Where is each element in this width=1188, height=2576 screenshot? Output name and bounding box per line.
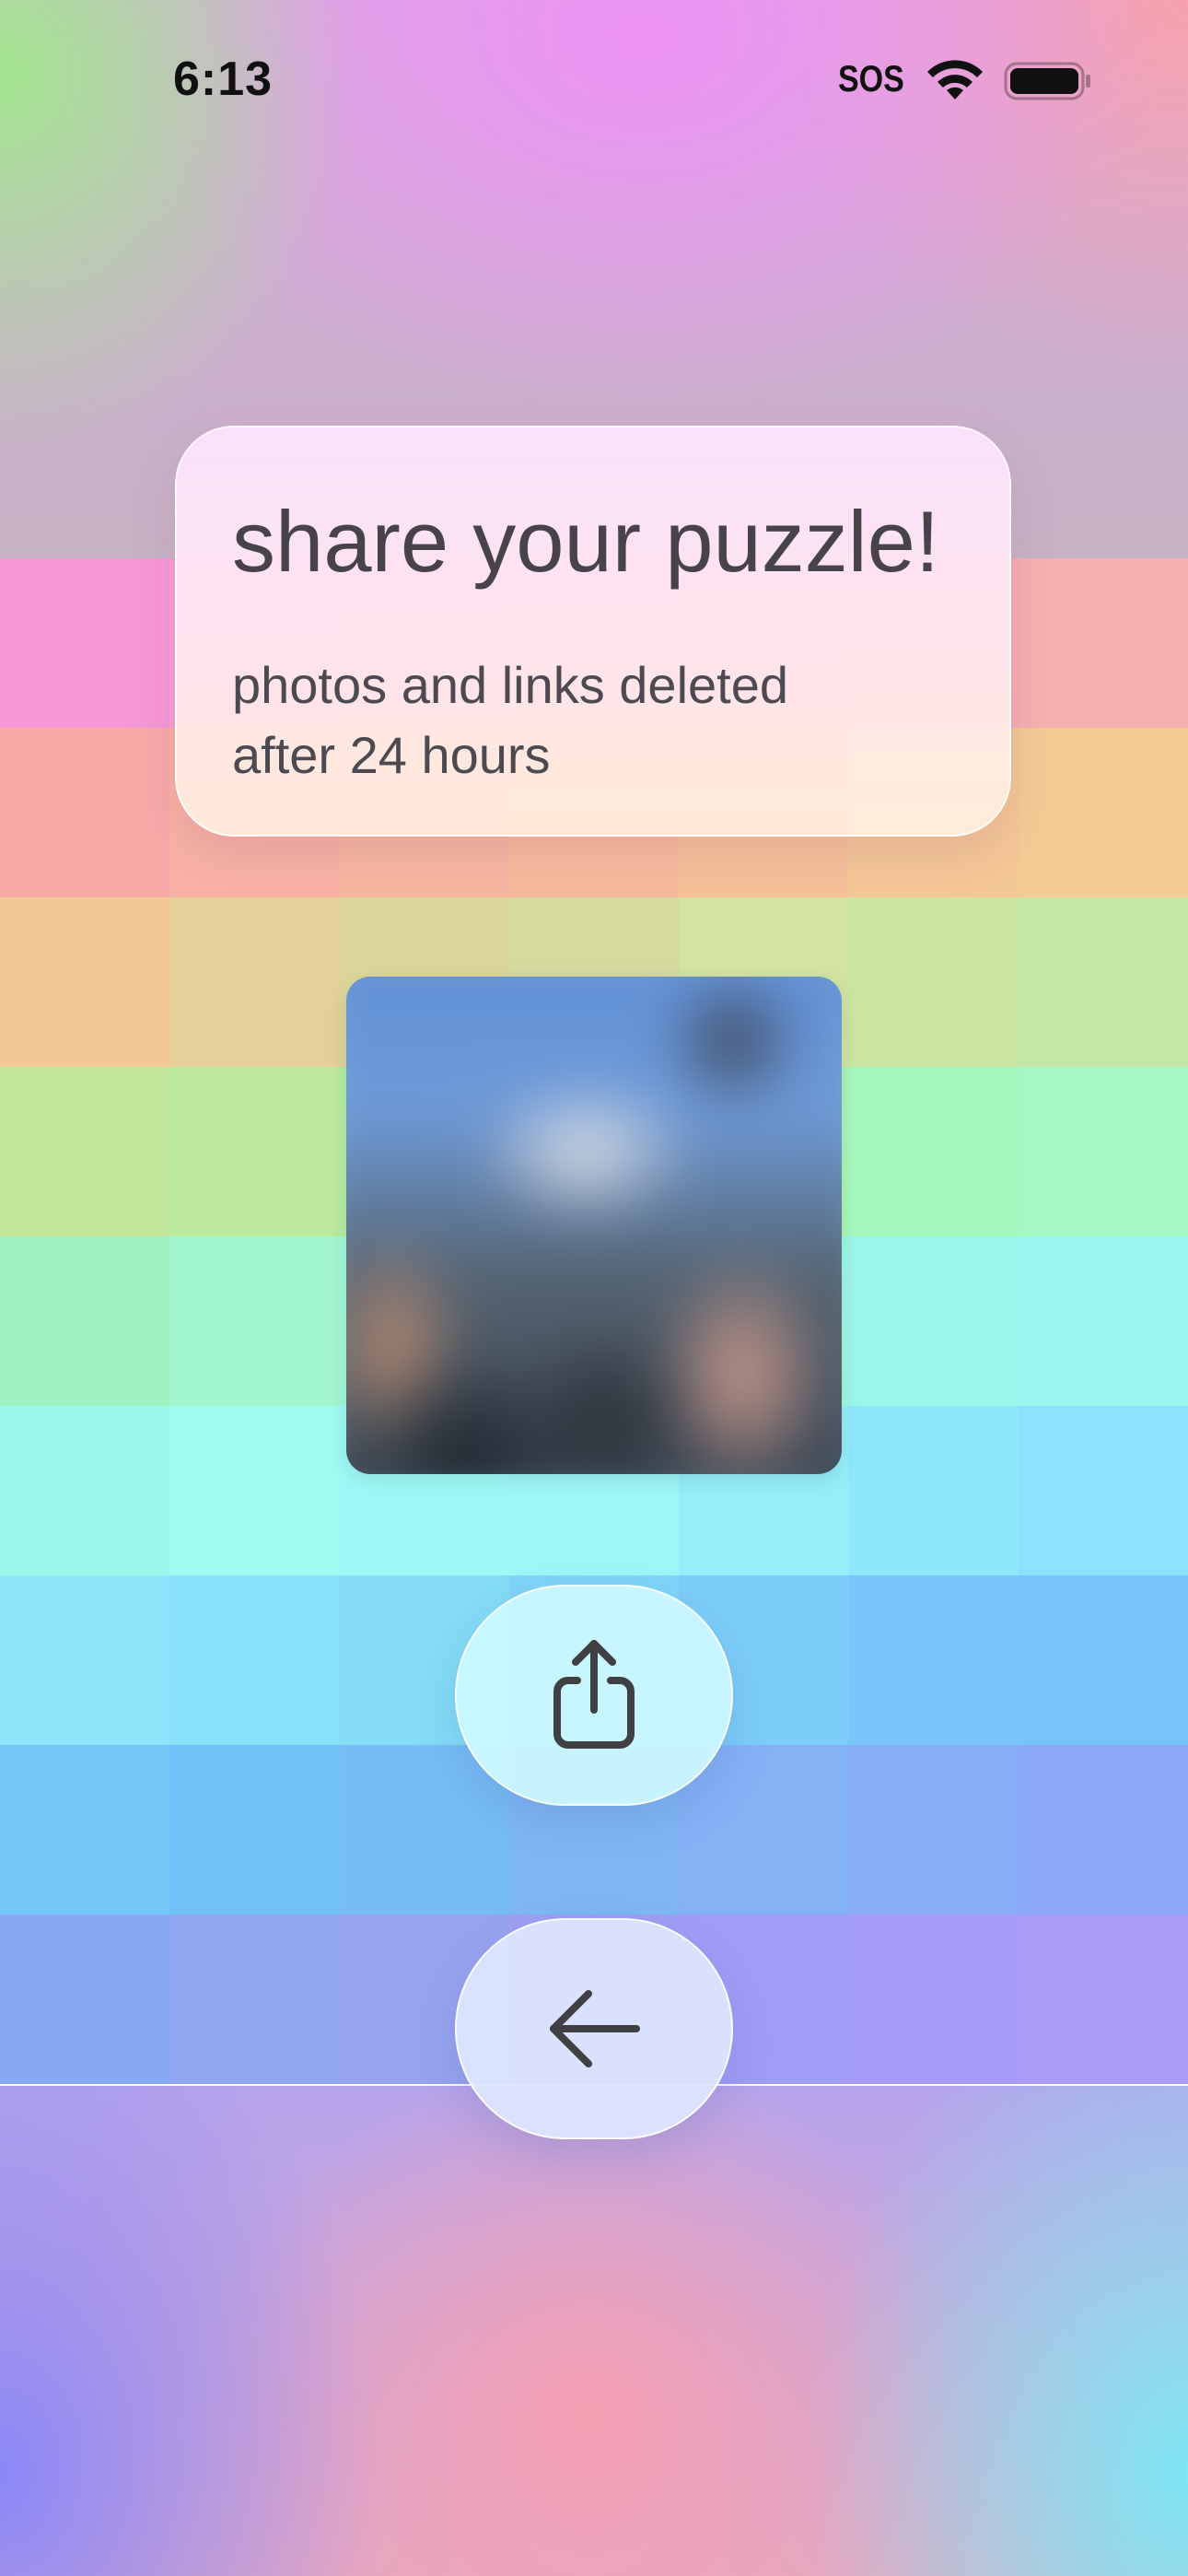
card-title: share your puzzle! (232, 493, 940, 590)
background-band-cell (169, 1067, 340, 1236)
blurred-photo (346, 977, 842, 1474)
share-button[interactable] (455, 1585, 733, 1806)
background-band-cell (169, 1745, 340, 1914)
background-band-cell (679, 1745, 849, 1914)
background-band-cell (0, 1745, 170, 1914)
background-band-cell (1018, 1067, 1188, 1236)
status-bar: 6:13 SOS (0, 0, 1188, 157)
background-band-cell (0, 558, 170, 728)
card-subtitle: photos and links deleted after 24 hours (232, 656, 788, 784)
share-info-card: share your puzzle! photos and links dele… (175, 426, 1011, 837)
background-band-cell (848, 1067, 1019, 1236)
background-band-cell (169, 1575, 340, 1745)
background-band-cell (848, 897, 1019, 1067)
background-band-cell (848, 1745, 1019, 1914)
background-band-cell (1018, 1745, 1188, 1914)
background-band-cell (169, 1236, 340, 1406)
background-band-cell (0, 1406, 170, 1575)
background-band-cell (169, 1406, 340, 1575)
arrow-left-icon (550, 1990, 640, 2067)
background-band-cell (1018, 897, 1188, 1067)
background-band-cell (848, 1914, 1019, 2084)
background-band-cell (1018, 1914, 1188, 2084)
share-icon (553, 1640, 635, 1749)
status-sos-label: SOS (838, 59, 904, 100)
background-bottom-gradient (0, 2086, 1188, 2576)
background-band-cell (1018, 1236, 1188, 1406)
background-band-cell (0, 1067, 170, 1236)
background-band-cell (0, 728, 170, 897)
background-band-cell (1018, 1575, 1188, 1745)
background-band-cell (1018, 1406, 1188, 1575)
battery-icon (1004, 62, 1090, 100)
background-band-cell (0, 1914, 170, 2084)
background-band-cell (1018, 558, 1188, 728)
wifi-icon (927, 60, 983, 100)
background-band-cell (848, 1575, 1019, 1745)
back-button[interactable] (455, 1918, 733, 2139)
background-band-cell (848, 1406, 1019, 1575)
background-band-cell (1018, 728, 1188, 897)
background-band-cell (0, 1575, 170, 1745)
background-band-cell (169, 1914, 340, 2084)
puzzle-photo-preview (346, 977, 842, 1474)
background-band-cell (0, 1236, 170, 1406)
background-band-cell (0, 897, 170, 1067)
background-band-cell (169, 897, 340, 1067)
status-time: 6:13 (173, 53, 274, 106)
background-band-cell (848, 1236, 1019, 1406)
